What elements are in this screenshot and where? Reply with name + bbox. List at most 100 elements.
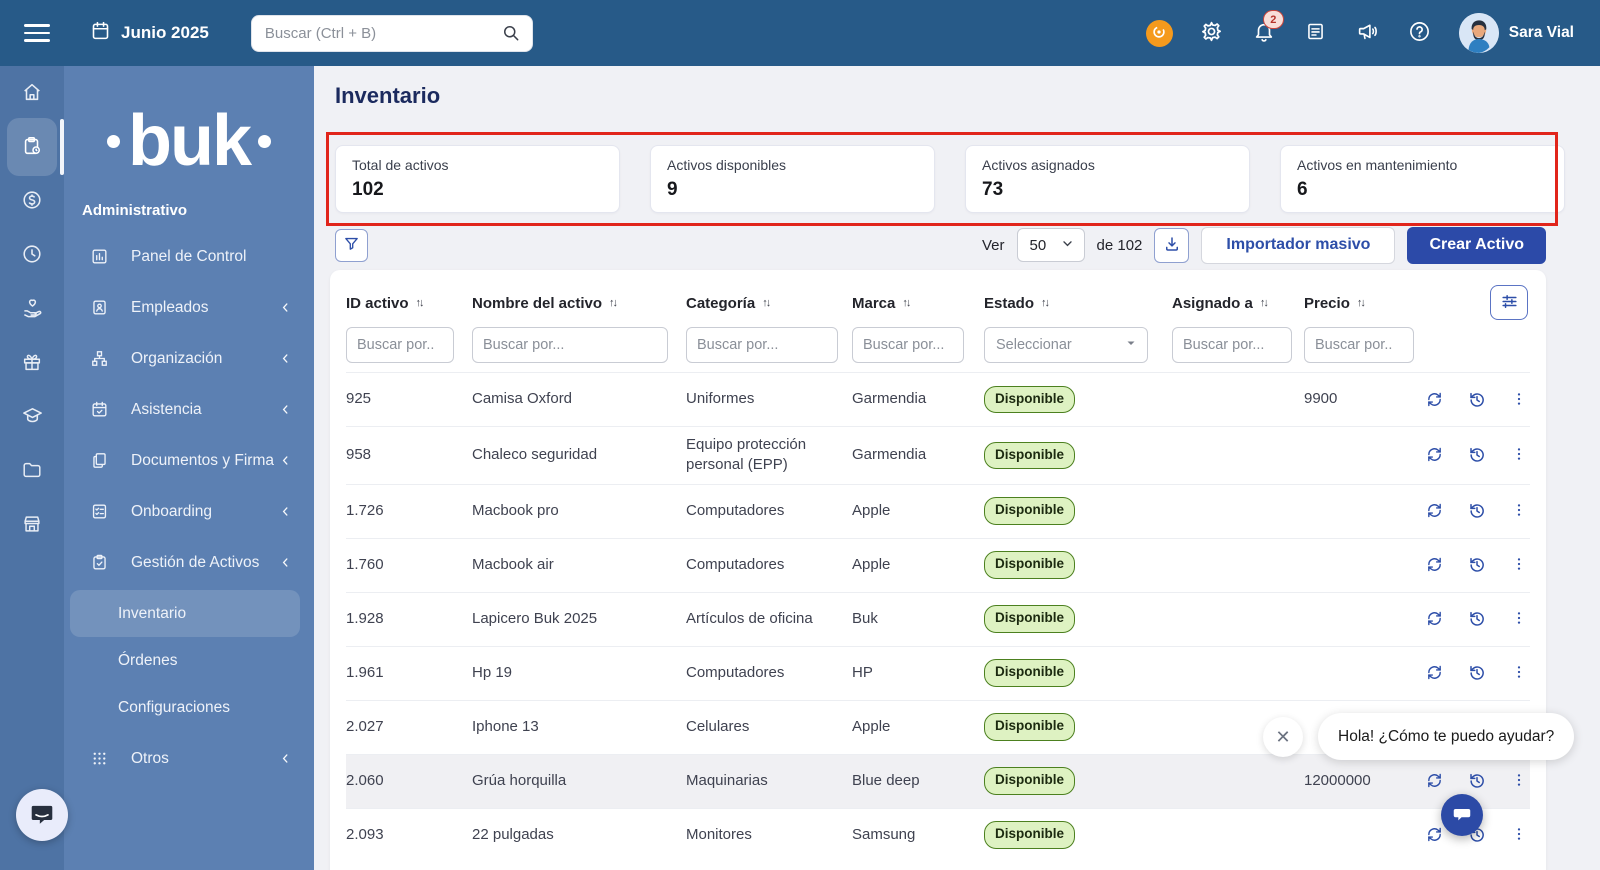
topbar: Junio 2025 2 <box>0 0 1600 66</box>
sidebar-item-documentos-y-firma[interactable]: Documentos y Firma <box>64 435 314 486</box>
row-history-button[interactable] <box>1466 444 1488 466</box>
page-size-select[interactable]: 50 <box>1017 228 1085 262</box>
row-more-button[interactable] <box>1509 389 1529 411</box>
stat-label: Activos asignados <box>982 157 1233 173</box>
filter-category-input[interactable] <box>686 327 838 363</box>
sidebar-item-empleados[interactable]: Empleados <box>64 282 314 333</box>
row-refresh-button[interactable] <box>1424 554 1445 576</box>
row-history-button[interactable] <box>1466 770 1488 792</box>
column-header-price[interactable]: Precio↑↓ <box>1304 295 1424 312</box>
global-search-input[interactable] <box>251 15 533 52</box>
row-refresh-button[interactable] <box>1424 824 1445 846</box>
stat-value: 9 <box>667 179 918 201</box>
row-refresh-button[interactable] <box>1424 662 1445 684</box>
sidebar-item-organizacion[interactable]: Organización <box>64 333 314 384</box>
rail-assets-button[interactable] <box>0 120 64 174</box>
sidebar-subitem-inventario[interactable]: Inventario <box>70 590 300 637</box>
sidebar-subitem-ordenes[interactable]: Órdenes <box>64 637 314 684</box>
row-more-button[interactable] <box>1509 444 1529 466</box>
filter-button[interactable] <box>335 229 368 262</box>
chat-greeting-bubble[interactable]: Hola! ¿Cómo te puedo ayudar? <box>1318 713 1574 760</box>
bulk-import-button[interactable]: Importador masivo <box>1201 227 1395 264</box>
chat-dismiss-button[interactable]: ✕ <box>1263 717 1303 757</box>
sidebar-subitem-configuraciones[interactable]: Configuraciones <box>64 684 314 731</box>
chevron-down-icon <box>1061 237 1074 254</box>
row-refresh-button[interactable] <box>1424 500 1445 522</box>
row-more-button[interactable] <box>1509 608 1529 630</box>
row-history-button[interactable] <box>1466 662 1488 684</box>
filter-brand-input[interactable] <box>852 327 964 363</box>
stat-card-total: Total de activos 102 <box>335 145 620 213</box>
cell-status: Disponible <box>984 705 1172 748</box>
row-history-button[interactable] <box>1466 554 1488 576</box>
table-filter-row: Seleccionar <box>346 318 1530 372</box>
row-refresh-button[interactable] <box>1424 444 1445 466</box>
sidebar-section-label: Administrativo <box>64 202 314 219</box>
row-refresh-button[interactable] <box>1424 770 1445 792</box>
sidebar-item-otros[interactable]: Otros <box>64 733 314 784</box>
column-header-id[interactable]: ID activo↑↓ <box>346 295 472 312</box>
gift-icon <box>21 351 43 376</box>
settings-button[interactable] <box>1199 20 1225 46</box>
column-header-name[interactable]: Nombre del activo↑↓ <box>472 295 686 312</box>
row-more-button[interactable] <box>1509 662 1529 684</box>
notifications-button[interactable]: 2 <box>1251 20 1277 46</box>
column-header-brand[interactable]: Marca↑↓ <box>852 295 984 312</box>
column-settings-button[interactable] <box>1490 285 1528 320</box>
column-header-category[interactable]: Categoría↑↓ <box>686 295 852 312</box>
announcements-button[interactable] <box>1355 20 1381 46</box>
rail-files-button[interactable] <box>0 444 64 498</box>
cell-category: Computadores <box>686 547 852 583</box>
filter-name-input[interactable] <box>472 327 668 363</box>
hand-heart-icon <box>21 296 44 322</box>
sliders-icon <box>1500 292 1519 314</box>
rail-time-button[interactable] <box>0 228 64 282</box>
user-menu[interactable]: Sara Vial <box>1459 13 1574 53</box>
cell-id: 1.961 <box>346 655 472 691</box>
inventory-table: ID activo↑↓ Nombre del activo↑↓ Categorí… <box>330 270 1546 870</box>
sidebar-item-asistencia[interactable]: Asistencia <box>64 384 314 435</box>
row-history-button[interactable] <box>1466 500 1488 522</box>
sidebar-item-gestion-de-activos[interactable]: Gestión de Activos <box>64 537 314 588</box>
rail-rewards-button[interactable] <box>0 336 64 390</box>
rail-training-button[interactable] <box>0 390 64 444</box>
cell-brand: Buk <box>852 601 984 637</box>
export-button[interactable] <box>1154 228 1189 263</box>
sort-icon: ↑↓ <box>609 297 616 309</box>
cell-brand: HP <box>852 655 984 691</box>
user-name: Sara Vial <box>1509 24 1574 42</box>
row-refresh-button[interactable] <box>1424 608 1445 630</box>
row-more-button[interactable] <box>1509 824 1529 846</box>
period-selector[interactable]: Junio 2025 <box>90 20 209 46</box>
help-button[interactable] <box>1407 20 1433 46</box>
row-more-button[interactable] <box>1509 770 1529 792</box>
buk-assistant-button[interactable] <box>1146 20 1173 47</box>
filter-status-select[interactable]: Seleccionar <box>984 327 1148 363</box>
sort-icon: ↑↓ <box>762 297 769 309</box>
filter-price-input[interactable] <box>1304 327 1414 363</box>
sidebar-item-onboarding[interactable]: Onboarding <box>64 486 314 537</box>
cell-assigned <box>1172 827 1304 843</box>
filter-assigned-input[interactable] <box>1172 327 1292 363</box>
row-history-button[interactable] <box>1466 608 1488 630</box>
filter-id-input[interactable] <box>346 327 454 363</box>
cell-name: Camisa Oxford <box>472 381 686 417</box>
messenger-launcher-button[interactable] <box>16 789 68 841</box>
row-history-button[interactable] <box>1466 389 1488 411</box>
rail-marketplace-button[interactable] <box>0 498 64 552</box>
news-button[interactable] <box>1303 20 1329 46</box>
rail-home-button[interactable] <box>0 66 64 120</box>
column-header-assigned[interactable]: Asignado a↑↓ <box>1172 295 1304 312</box>
row-refresh-button[interactable] <box>1424 389 1445 411</box>
rail-payroll-button[interactable] <box>0 174 64 228</box>
rail-benefits-button[interactable] <box>0 282 64 336</box>
row-more-button[interactable] <box>1509 500 1529 522</box>
hamburger-menu-button[interactable] <box>24 24 50 42</box>
chat-fab-button[interactable] <box>1441 794 1483 836</box>
status-badge: Disponible <box>984 659 1075 686</box>
create-asset-button[interactable]: Crear Activo <box>1407 227 1546 264</box>
funnel-icon <box>343 235 360 255</box>
sidebar-item-panel-de-control[interactable]: Panel de Control <box>64 231 314 282</box>
row-more-button[interactable] <box>1509 554 1529 576</box>
column-header-status[interactable]: Estado↑↓ <box>984 295 1172 312</box>
